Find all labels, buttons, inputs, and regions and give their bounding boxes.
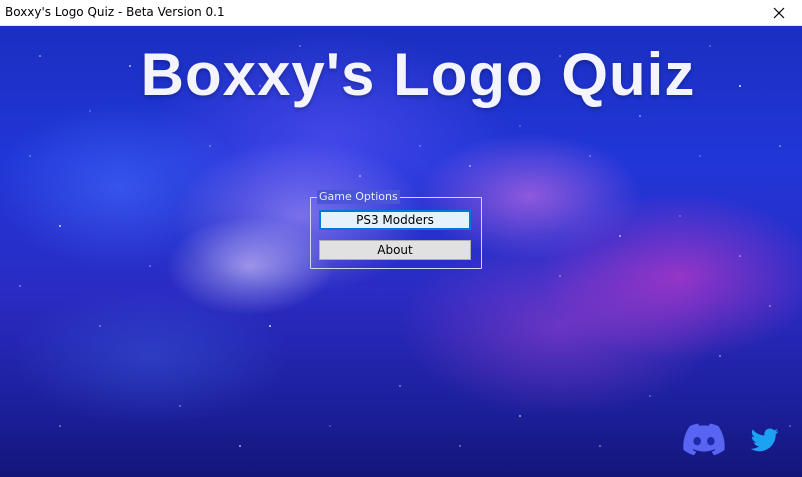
window-title: Boxxy's Logo Quiz - Beta Version 0.1 bbox=[5, 5, 225, 19]
game-options-legend: Game Options bbox=[317, 190, 400, 204]
app-window: Boxxy's Logo Quiz - Beta Version 0.1 Box… bbox=[0, 0, 802, 477]
galaxy-background: Boxxy's Logo Quiz Game Options PS3 Modde… bbox=[0, 26, 802, 477]
close-button[interactable] bbox=[756, 0, 802, 26]
twitter-icon bbox=[750, 428, 779, 452]
twitter-link[interactable] bbox=[750, 428, 779, 456]
title-bar: Boxxy's Logo Quiz - Beta Version 0.1 bbox=[0, 0, 802, 26]
page-title: Boxxy's Logo Quiz bbox=[140, 41, 696, 108]
game-options-group: Game Options PS3 Modders About bbox=[310, 190, 482, 269]
discord-icon bbox=[683, 423, 725, 456]
discord-link[interactable] bbox=[683, 423, 725, 459]
close-icon bbox=[773, 7, 785, 19]
about-button[interactable]: About bbox=[319, 240, 471, 260]
ps3-modders-button[interactable]: PS3 Modders bbox=[319, 210, 471, 230]
